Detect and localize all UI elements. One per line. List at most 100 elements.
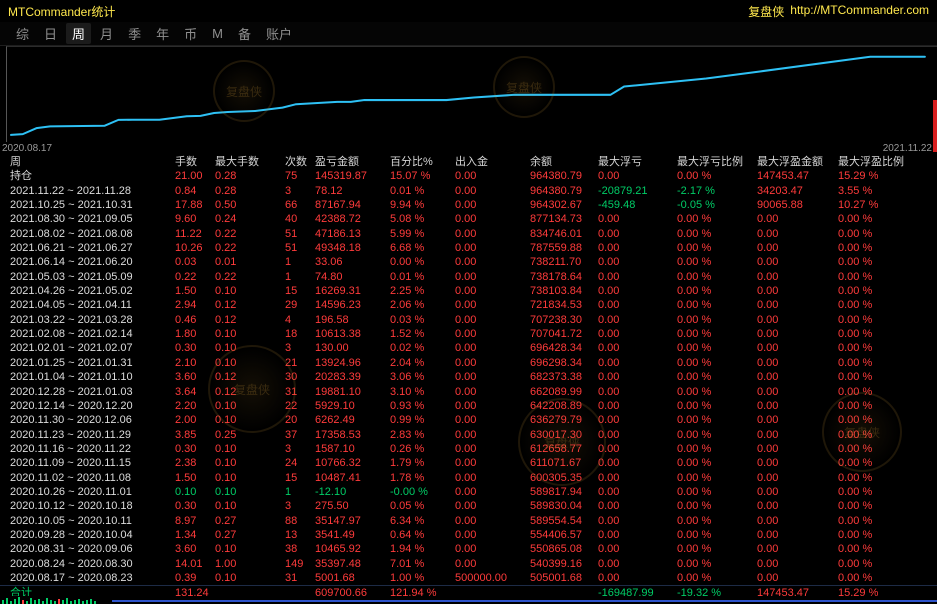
value-cell: 21 — [285, 356, 315, 370]
table-row[interactable]: 2021.04.26 ~ 2021.05.021.500.101516269.3… — [0, 284, 937, 298]
value-cell: 0.00 — [598, 571, 677, 585]
period-cell: 2020.10.05 ~ 2020.10.11 — [10, 514, 175, 528]
table-row[interactable]: 2020.10.26 ~ 2020.11.010.100.101-12.10-0… — [0, 485, 937, 499]
table-row[interactable]: 2020.11.02 ~ 2020.11.081.500.101510487.4… — [0, 471, 937, 485]
value-cell: 0.00 % — [838, 471, 937, 485]
value-cell: 0.00 — [757, 456, 838, 470]
menu-item-季[interactable]: 季 — [122, 23, 147, 44]
site-url-link[interactable]: http://MTCommander.com — [790, 3, 929, 20]
value-cell: 0.00 — [455, 212, 530, 226]
value-cell: 9.94 % — [390, 198, 455, 212]
table-row[interactable]: 2020.11.23 ~ 2020.11.293.850.253717358.5… — [0, 428, 937, 442]
period-cell: 2020.10.12 ~ 2020.10.18 — [10, 499, 175, 513]
value-cell: 787559.88 — [530, 241, 598, 255]
value-cell: 0.00 — [757, 485, 838, 499]
menu-item-M[interactable]: M — [206, 25, 229, 42]
mini-bar — [62, 600, 64, 604]
menu-item-账户[interactable]: 账户 — [260, 23, 298, 44]
value-cell: 964302.67 — [530, 198, 598, 212]
value-cell: 0.00 % — [677, 370, 757, 384]
table-row[interactable]: 2021.11.22 ~ 2021.11.280.840.28378.120.0… — [0, 184, 937, 198]
value-cell: 0.00 % — [838, 514, 937, 528]
value-cell: 3 — [285, 499, 315, 513]
menu-item-币[interactable]: 币 — [178, 23, 203, 44]
value-cell: 6262.49 — [315, 413, 390, 427]
value-cell: 145319.87 — [315, 169, 390, 183]
table-row[interactable]: 2020.08.24 ~ 2020.08.3014.011.0014935397… — [0, 557, 937, 571]
table-row[interactable]: 2020.10.05 ~ 2020.10.118.970.278835147.9… — [0, 514, 937, 528]
value-cell: 0.00 — [757, 255, 838, 269]
value-cell: 0.00 — [598, 514, 677, 528]
table-row[interactable]: 2020.12.28 ~ 2021.01.033.640.123119881.1… — [0, 385, 937, 399]
value-cell: 0.00 — [757, 241, 838, 255]
period-cell: 2021.02.08 ~ 2021.02.14 — [10, 327, 175, 341]
table-row[interactable]: 持仓21.000.2875145319.8715.07 %0.00964380.… — [0, 169, 937, 183]
table-row[interactable]: 2021.01.04 ~ 2021.01.103.600.123020283.3… — [0, 370, 937, 384]
value-cell: 10613.38 — [315, 327, 390, 341]
value-cell: 2.10 — [175, 356, 215, 370]
value-cell: 0.10 — [215, 542, 285, 556]
table-row[interactable]: 2021.08.30 ~ 2021.09.059.600.244042388.7… — [0, 212, 937, 226]
period-cell: 2020.12.14 ~ 2020.12.20 — [10, 399, 175, 413]
value-cell: 0.00 % — [838, 313, 937, 327]
menu-item-周[interactable]: 周 — [66, 23, 91, 44]
table-row[interactable]: 2021.10.25 ~ 2021.10.3117.880.506687167.… — [0, 198, 937, 212]
value-cell: 0.03 — [175, 255, 215, 269]
value-cell: 0.00 — [598, 456, 677, 470]
value-cell: 0.00 % — [677, 542, 757, 556]
value-cell: 18 — [285, 327, 315, 341]
chart-start-date: 2020.08.17 — [2, 143, 52, 154]
value-cell: 2.25 % — [390, 284, 455, 298]
table-row[interactable]: 2021.06.14 ~ 2021.06.200.030.01133.060.0… — [0, 255, 937, 269]
table-row[interactable]: 2021.01.25 ~ 2021.01.312.100.102113924.9… — [0, 356, 937, 370]
value-cell: 14596.23 — [315, 298, 390, 312]
table-row[interactable]: 2021.02.01 ~ 2021.02.070.300.103130.000.… — [0, 341, 937, 355]
value-cell: 31 — [285, 385, 315, 399]
menu-item-日[interactable]: 日 — [38, 23, 63, 44]
value-cell: 0.00 — [598, 428, 677, 442]
value-cell: 0.46 — [175, 313, 215, 327]
table-row[interactable]: 2020.10.12 ~ 2020.10.180.300.103275.500.… — [0, 499, 937, 513]
table-row[interactable]: 2020.09.28 ~ 2020.10.041.340.27133541.49… — [0, 528, 937, 542]
value-cell: 0.00 % — [838, 428, 937, 442]
table-row[interactable]: 2021.04.05 ~ 2021.04.112.940.122914596.2… — [0, 298, 937, 312]
menu-item-综[interactable]: 综 — [10, 23, 35, 44]
value-cell: 0.00 — [598, 485, 677, 499]
column-header: 手数 — [175, 155, 215, 169]
value-cell: 0.00 — [455, 499, 530, 513]
value-cell: 15.07 % — [390, 169, 455, 183]
table-row[interactable]: 2021.02.08 ~ 2021.02.141.800.101810613.3… — [0, 327, 937, 341]
value-cell: 0.00 — [757, 356, 838, 370]
value-cell: 0.00 % — [677, 327, 757, 341]
value-cell: 0.12 — [215, 385, 285, 399]
mini-bar — [66, 598, 68, 604]
value-cell: 21.00 — [175, 169, 215, 183]
menu-item-年[interactable]: 年 — [150, 23, 175, 44]
table-row[interactable]: 2020.11.09 ~ 2020.11.152.380.102410766.3… — [0, 456, 937, 470]
value-cell: 75 — [285, 169, 315, 183]
chart-axis-labels: 2020.08.17 2021.11.22 — [0, 142, 937, 155]
menu-item-备[interactable]: 备 — [232, 23, 257, 44]
value-cell: 0.00 % — [677, 571, 757, 585]
menu-item-月[interactable]: 月 — [94, 23, 119, 44]
value-cell: 147453.47 — [757, 169, 838, 183]
value-cell: 600305.35 — [530, 471, 598, 485]
table-row[interactable]: 2021.06.21 ~ 2021.06.2710.260.225149348.… — [0, 241, 937, 255]
value-cell: 0.00 — [757, 370, 838, 384]
value-cell: 1 — [285, 485, 315, 499]
table-row[interactable]: 2020.11.16 ~ 2020.11.220.300.1031587.100… — [0, 442, 937, 456]
table-row[interactable]: 2021.08.02 ~ 2021.08.0811.220.225147186.… — [0, 227, 937, 241]
table-row[interactable]: 2021.05.03 ~ 2021.05.090.220.22174.800.0… — [0, 270, 937, 284]
table-row[interactable]: 2020.12.14 ~ 2020.12.202.200.10225929.10… — [0, 399, 937, 413]
value-cell: 0.00 % — [677, 169, 757, 183]
table-row[interactable]: 2021.03.22 ~ 2021.03.280.460.124196.580.… — [0, 313, 937, 327]
value-cell: 611071.67 — [530, 456, 598, 470]
value-cell: 0.22 — [215, 241, 285, 255]
value-cell: 0.00 — [455, 341, 530, 355]
table-row[interactable]: 2020.08.31 ~ 2020.09.063.600.103810465.9… — [0, 542, 937, 556]
period-cell: 2021.02.01 ~ 2021.02.07 — [10, 341, 175, 355]
table-row[interactable]: 2020.08.17 ~ 2020.08.230.390.10315001.68… — [0, 571, 937, 585]
table-row[interactable]: 2020.11.30 ~ 2020.12.062.000.10206262.49… — [0, 413, 937, 427]
column-header: 最大手数 — [215, 155, 285, 169]
brand-label: 复盘侠 — [748, 3, 784, 20]
